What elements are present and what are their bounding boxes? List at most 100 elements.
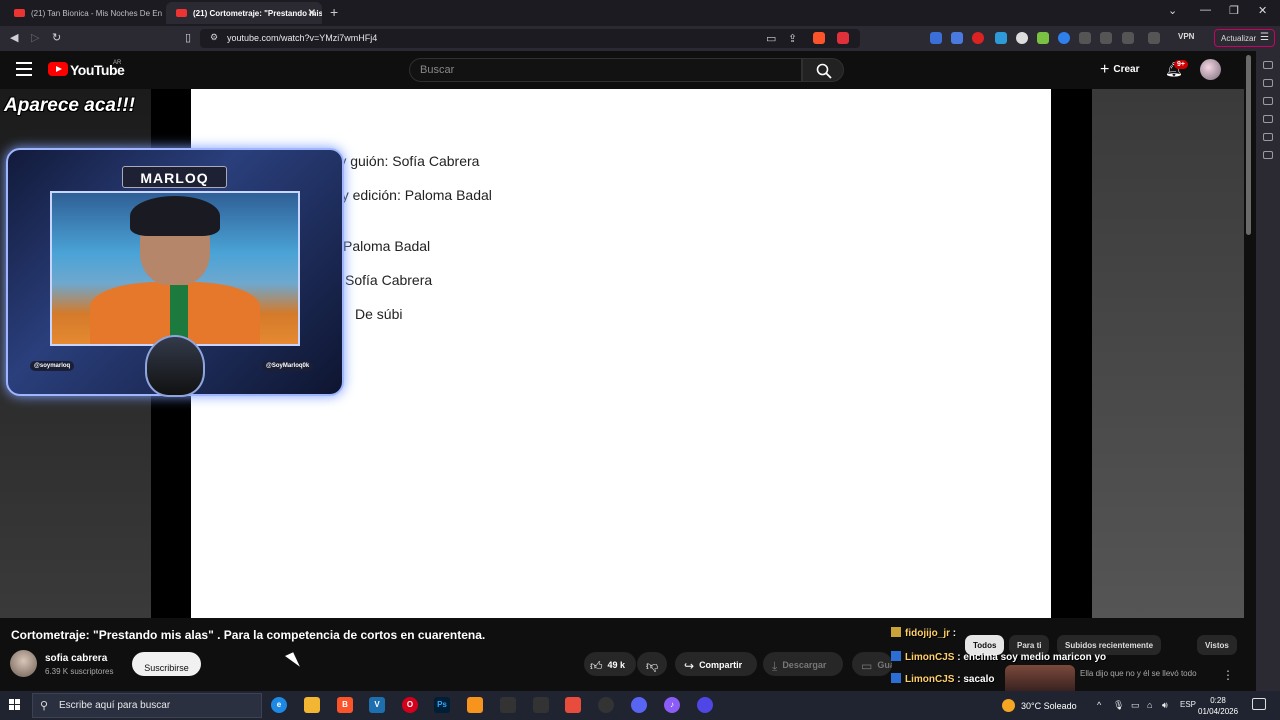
taskbar-clock[interactable]: 0:28 01/04/2026: [1198, 695, 1238, 717]
like-button[interactable]: 👍︎ 49 k: [584, 652, 636, 676]
bookmark-icon[interactable]: ▯: [185, 31, 191, 44]
maximize-icon[interactable]: ❐: [1229, 4, 1239, 17]
chat-badge-icon: [891, 627, 901, 637]
windows-start-icon[interactable]: [9, 699, 21, 711]
channel-name[interactable]: sofia cabrera: [45, 653, 107, 664]
chat-badge-icon: [891, 651, 901, 661]
notification-center-icon[interactable]: [1252, 698, 1266, 710]
subscribe-button[interactable]: Suscribirse: [132, 652, 201, 676]
scrollbar-thumb[interactable]: [1246, 55, 1251, 235]
vpn-button[interactable]: VPN: [1178, 32, 1194, 41]
app-icon[interactable]: [697, 697, 713, 713]
youtube-header: YouTube AR +Crear 🔔︎ 9+: [0, 51, 1244, 89]
close-window-icon[interactable]: ✕: [1258, 4, 1267, 17]
chat-text: : sacalo: [957, 674, 995, 685]
sidebar-toggle-icon[interactable]: [1122, 32, 1134, 44]
language-indicator[interactable]: ESP: [1180, 700, 1196, 709]
new-tab-icon[interactable]: +: [330, 4, 338, 20]
ambient-background: [1092, 89, 1244, 618]
user-avatar[interactable]: [1200, 59, 1221, 80]
chip-watched[interactable]: Vistos: [1197, 635, 1237, 655]
save-label: Guardar: [877, 660, 892, 670]
sidebar-panel-icon[interactable]: [1263, 61, 1273, 69]
taskbar-search[interactable]: ⚲: [32, 693, 262, 718]
fl-studio-icon[interactable]: [467, 697, 483, 713]
update-button[interactable]: Actualizar ☰: [1214, 29, 1275, 47]
sidebar-panel-icon[interactable]: [1263, 133, 1273, 141]
search-button[interactable]: [802, 58, 844, 82]
opera-icon[interactable]: O: [402, 697, 418, 713]
edge-icon[interactable]: e: [271, 697, 287, 713]
extension-icon[interactable]: [1037, 32, 1049, 44]
more-options-icon[interactable]: ⋮: [1222, 668, 1234, 682]
app-icon[interactable]: [598, 697, 614, 713]
address-bar[interactable]: ⚙ youtube.com/watch?v=YMzi7wmHFj4 ▭ ⇪: [200, 29, 860, 48]
brave-rewards-icon[interactable]: [837, 32, 849, 44]
sidebar-panel-icon[interactable]: [1263, 97, 1273, 105]
cast-icon[interactable]: ▭: [766, 32, 776, 45]
create-button[interactable]: + Crear: [1100, 61, 1139, 79]
search-box[interactable]: [409, 58, 802, 82]
forward-icon[interactable]: ▷: [31, 31, 39, 44]
channel-avatar[interactable]: [10, 650, 37, 677]
mic-icon[interactable]: 🎙︎: [1113, 700, 1124, 711]
share-icon: ↪: [684, 659, 695, 673]
itunes-icon[interactable]: ♪: [664, 697, 680, 713]
music-icon[interactable]: [1100, 32, 1112, 44]
overlay-caption: Aparece aca!!!: [4, 95, 135, 116]
extension-icon[interactable]: [972, 32, 984, 44]
brave-icon[interactable]: B: [337, 697, 353, 713]
app-icon[interactable]: [565, 697, 581, 713]
close-tab-icon[interactable]: ✕: [308, 8, 316, 19]
recommended-video-title[interactable]: Ella dijo que no y él se llevó todo: [1080, 668, 1210, 680]
browser-tab[interactable]: (21) Tan Bionica - Mis Noches De Enero: [4, 2, 162, 24]
extension-icon[interactable]: [1016, 32, 1028, 44]
chat-username: LimonCJS: [905, 652, 955, 663]
save-button[interactable]: ▭ Guardar: [852, 652, 892, 676]
search-input[interactable]: [420, 64, 790, 76]
recommended-video-thumbnail[interactable]: [1005, 665, 1075, 691]
extension-icon[interactable]: [951, 32, 963, 44]
dislike-button[interactable]: 👎︎: [637, 652, 667, 676]
battery-icon[interactable]: ▭: [1131, 700, 1140, 711]
tray-overflow-icon[interactable]: ^: [1097, 700, 1101, 710]
reload-icon[interactable]: ↻: [52, 31, 61, 44]
extension-icon[interactable]: [1079, 32, 1091, 44]
obs-icon[interactable]: [631, 697, 647, 713]
page-scrollbar[interactable]: [1244, 51, 1256, 691]
capcut-icon[interactable]: [533, 697, 549, 713]
brave-shields-icon[interactable]: [813, 32, 825, 44]
sidebar-panel-icon[interactable]: [1263, 79, 1273, 87]
file-explorer-icon[interactable]: [304, 697, 320, 713]
capcut-icon[interactable]: [500, 697, 516, 713]
youtube-logo-icon[interactable]: [48, 62, 68, 76]
tab-list-icon[interactable]: ⌄: [1168, 4, 1177, 17]
browser-tab-active[interactable]: (21) Cortometraje: "Prestando mis alas" …: [166, 2, 322, 24]
minimize-icon[interactable]: —: [1200, 4, 1211, 16]
share-page-icon[interactable]: ⇪: [788, 32, 797, 45]
sidebar-panel-icon[interactable]: [1263, 115, 1273, 123]
credit-line: De súbi: [355, 306, 403, 322]
sidebar-panel-icon[interactable]: [1263, 151, 1273, 159]
photoshop-icon[interactable]: Ps: [434, 697, 450, 713]
chat-badge-icon: [891, 673, 901, 683]
hamburger-menu-icon[interactable]: [16, 62, 32, 76]
tab-label: (21) Tan Bionica - Mis Noches De Enero: [31, 8, 162, 18]
volume-icon[interactable]: 🔊︎: [1162, 700, 1168, 711]
extension-icon[interactable]: [995, 32, 1007, 44]
weather-widget[interactable]: 30°C Soleado: [1002, 699, 1077, 712]
network-icon[interactable]: ⌂: [1147, 700, 1152, 710]
save-icon: ▭: [861, 659, 873, 673]
weather-text: 30°C Soleado: [1021, 701, 1077, 711]
download-button[interactable]: ⤓ Descargar: [763, 652, 843, 676]
taskbar-search-input[interactable]: [59, 700, 259, 711]
extension-icon[interactable]: [930, 32, 942, 44]
credit-line: Sofía Cabrera: [345, 272, 433, 288]
site-info-icon[interactable]: ⚙: [210, 32, 218, 43]
wallet-icon[interactable]: [1148, 32, 1160, 44]
back-icon[interactable]: ◀: [10, 31, 18, 44]
extension-icon[interactable]: [1058, 32, 1070, 44]
vegas-icon[interactable]: V: [369, 697, 385, 713]
share-button[interactable]: ↪ Compartir: [675, 652, 757, 676]
sun-icon: [1002, 699, 1015, 712]
